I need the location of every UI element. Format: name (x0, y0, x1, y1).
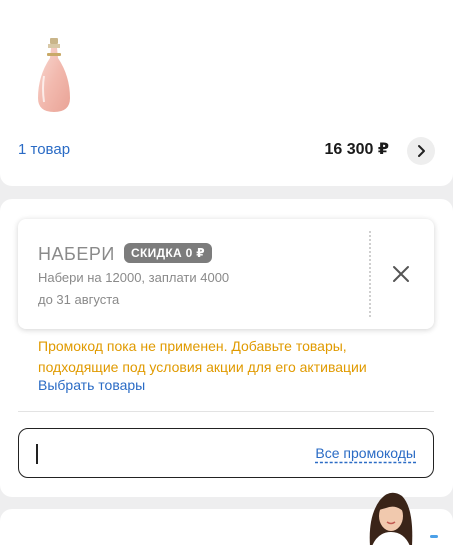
cart-item-count[interactable]: 1 товар (18, 141, 70, 158)
applied-coupon: НАБЕРИ СКИДКА 0 ₽ Набери на 12000, запла… (18, 219, 434, 329)
coupon-name: НАБЕРИ (38, 244, 115, 264)
coupon-divider (369, 231, 371, 317)
coupon-valid-until: до 31 августа (38, 292, 120, 307)
assistant-avatar[interactable] (360, 486, 420, 545)
product-thumbnail[interactable] (24, 36, 84, 116)
select-products-link[interactable]: Выбрать товары (38, 377, 145, 393)
promo-code-field[interactable]: Все промокоды (18, 428, 434, 478)
scroll-indicator (430, 535, 438, 538)
text-caret (36, 444, 38, 464)
promo-code-input[interactable] (43, 441, 293, 467)
close-icon[interactable] (390, 263, 412, 285)
divider (18, 411, 434, 412)
cart-expand-button[interactable] (407, 137, 435, 165)
discount-badge: СКИДКА 0 ₽ (124, 243, 212, 263)
coupon-condition: Набери на 12000, заплати 4000 (38, 270, 230, 285)
all-promos-link[interactable]: Все промокоды (315, 445, 416, 461)
cart-total-price: 16 300 ₽ (324, 141, 389, 158)
chevron-right-icon (418, 145, 425, 157)
promo-warning: Промокод пока не применен. Добавьте това… (38, 338, 367, 375)
cart-summary-card: 1 товар 16 300 ₽ (0, 0, 453, 186)
